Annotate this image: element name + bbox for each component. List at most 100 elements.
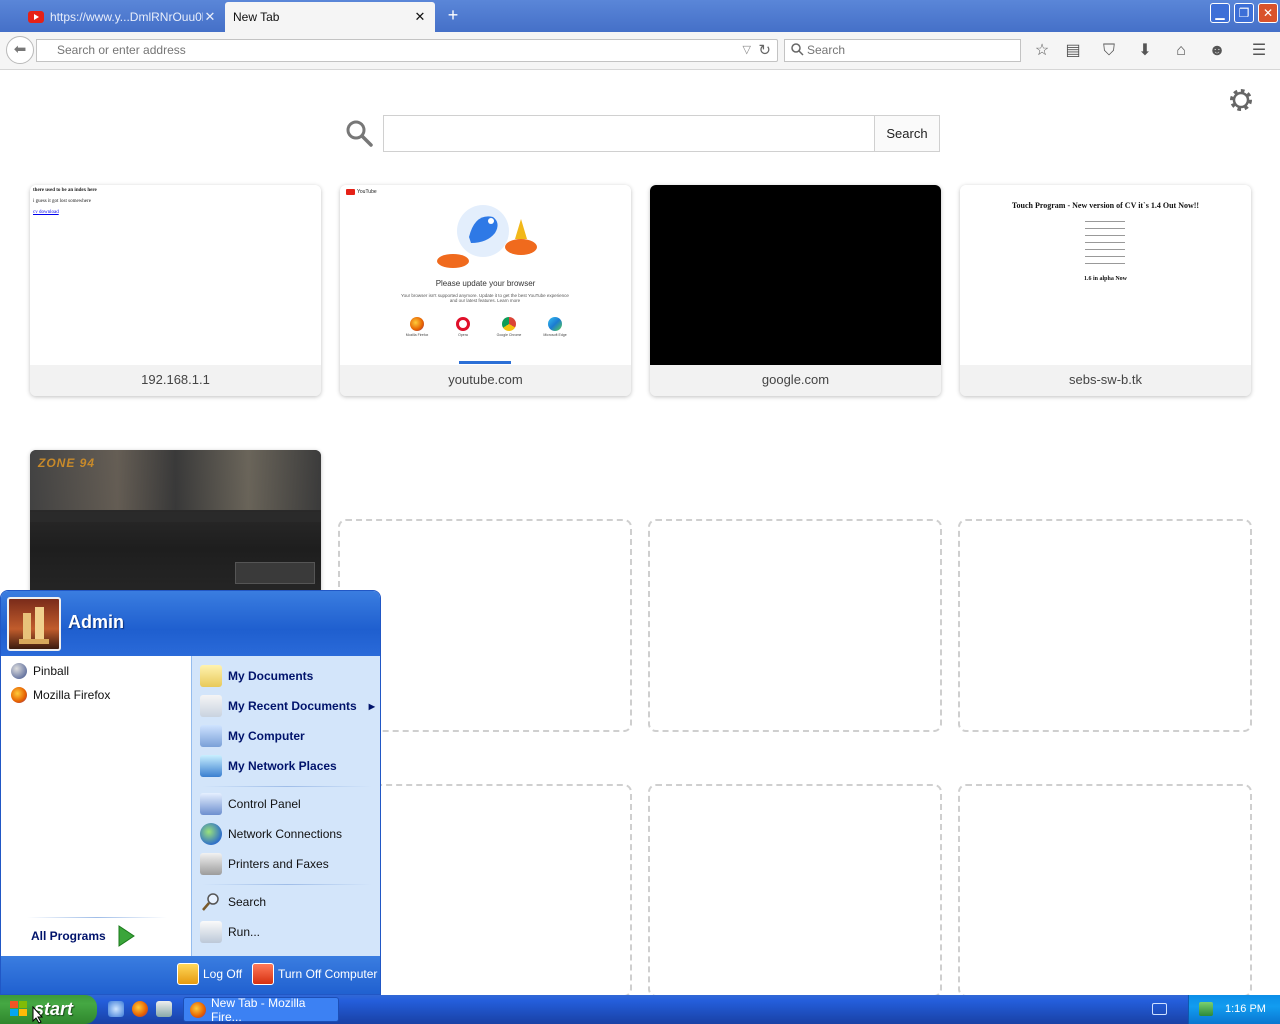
pocket-icon[interactable]: ⛉ — [1099, 41, 1119, 61]
firefox-quicklaunch-icon[interactable] — [132, 1001, 148, 1017]
window-label: New Tab - Mozilla Fire... — [211, 995, 306, 1024]
gear-icon[interactable] — [1228, 87, 1254, 113]
key-icon — [177, 963, 199, 985]
taskbar-window-firefox[interactable]: New Tab - Mozilla Fire... — [183, 995, 339, 1024]
newtab-search-input[interactable] — [384, 116, 874, 151]
tile-youtube[interactable]: YouTube Please update your browser Your … — [340, 185, 631, 396]
tab-new-tab[interactable]: New Tab ✕ — [225, 2, 435, 32]
search-menu-item[interactable]: Search — [200, 891, 266, 913]
system-tray: 1:16 PM — [1188, 995, 1280, 1024]
my-computer[interactable]: My Computer — [200, 725, 305, 747]
newtab-search-box: Search — [383, 115, 940, 152]
chat-icon[interactable]: ☻ — [1207, 41, 1227, 61]
new-tab-button[interactable]: + — [443, 6, 463, 26]
clock[interactable]: 1:16 PM — [1225, 1003, 1266, 1015]
start-menu-footer: Log Off Turn Off Computer — [1, 956, 380, 994]
empty-tile-slot — [648, 784, 942, 997]
reload-icon[interactable]: ↻ — [758, 41, 771, 59]
submenu-arrow-icon: ▶ — [368, 701, 375, 711]
browser-choice: Microsoft Edge — [538, 313, 572, 337]
chevron-down-icon[interactable]: ▽ — [743, 43, 751, 56]
pinned-pinball[interactable]: Pinball — [11, 663, 69, 679]
keyboard-icon[interactable] — [1152, 1003, 1167, 1015]
tile-sebs-sw-b[interactable]: Touch Program - New version of CV it`s 1… — [960, 185, 1251, 396]
item-label: Printers and Faxes — [228, 857, 329, 871]
thumb-list — [1085, 217, 1125, 267]
close-tab-icon[interactable]: ✕ — [203, 9, 217, 25]
avatar — [7, 597, 61, 651]
item-label: My Recent Documents — [228, 699, 357, 713]
item-label: My Computer — [228, 729, 305, 743]
back-button[interactable]: ⬅ — [6, 36, 34, 64]
address-bar[interactable]: ▽ ↻ — [36, 39, 778, 62]
newtab-search-button[interactable]: Search — [874, 116, 939, 151]
edge-icon — [548, 317, 562, 331]
control-panel[interactable]: Control Panel — [200, 793, 301, 815]
computer-icon — [200, 725, 222, 747]
button-label: Log Off — [203, 967, 243, 981]
progress-underline — [459, 361, 511, 364]
turn-off-computer-button[interactable]: Turn Off Computer — [252, 963, 377, 985]
empty-tile-slot — [338, 519, 632, 732]
all-programs-button[interactable]: All Programs — [31, 925, 136, 947]
search-input[interactable] — [807, 43, 1007, 57]
my-network-places[interactable]: My Network Places — [200, 755, 337, 777]
taskbar: start New Tab - Mozilla Fire... 1:16 PM — [0, 995, 1280, 1024]
minimize-button[interactable]: ▁ — [1210, 3, 1230, 23]
recent-documents-icon — [200, 695, 222, 717]
start-button[interactable]: start — [0, 995, 97, 1024]
site-widget — [235, 562, 315, 584]
thumb-heading: Touch Program - New version of CV it`s 1… — [1011, 201, 1200, 210]
opera-icon — [456, 317, 470, 331]
run-icon — [200, 921, 222, 943]
bookmarks-list-icon[interactable]: ▤ — [1063, 41, 1083, 61]
firefox-icon — [190, 1001, 206, 1018]
tile-thumbnail: YouTube Please update your browser Your … — [340, 185, 631, 365]
my-documents[interactable]: My Documents — [200, 665, 313, 687]
empty-tile-slot — [958, 519, 1252, 732]
log-off-button[interactable]: Log Off — [177, 963, 242, 985]
browser-tab-strip: https://www.y...DmlRNrOuu0lQ ✕ New Tab ✕… — [0, 0, 1280, 32]
tile-thumbnail — [650, 185, 941, 365]
site-nav — [30, 512, 321, 522]
item-label: Network Connections — [228, 827, 343, 841]
restore-button[interactable]: ❐ — [1234, 3, 1254, 23]
tile-google[interactable]: google.com — [650, 185, 941, 396]
bookmark-star-icon[interactable]: ☆ — [1032, 41, 1052, 61]
printers-and-faxes[interactable]: Printers and Faxes — [200, 853, 329, 875]
close-tab-icon[interactable]: ✕ — [413, 9, 427, 25]
tab-youtube[interactable]: https://www.y...DmlRNrOuu0lQ ✕ — [20, 2, 225, 32]
empty-tile-slot — [648, 519, 942, 732]
search-icon — [346, 120, 373, 147]
menu-icon[interactable]: ☰ — [1249, 41, 1269, 61]
tab-title: New Tab — [233, 10, 280, 24]
arrow-right-icon — [118, 925, 135, 947]
close-window-button[interactable]: ✕ — [1258, 3, 1278, 23]
tile-label: 192.168.1.1 — [30, 365, 321, 396]
empty-tile-slot — [338, 784, 632, 997]
network-tray-icon[interactable] — [1199, 1002, 1213, 1016]
search-bar[interactable] — [784, 39, 1021, 62]
tile-label: youtube.com — [340, 365, 631, 396]
user-name: Admin — [68, 612, 124, 632]
pinned-firefox[interactable]: Mozilla Firefox — [11, 687, 110, 703]
start-menu-programs: Pinball Mozilla Firefox All Programs — [1, 656, 191, 956]
tile-192-168-1-1[interactable]: there used to be an index here i guess i… — [30, 185, 321, 396]
ie-quicklaunch-icon[interactable] — [108, 1001, 124, 1017]
browser-choice: Opera — [446, 313, 480, 337]
address-input[interactable] — [57, 43, 717, 57]
browser-toolbar: ⬅ ▽ ↻ ☆ ▤ ⛉ ⬇ ⌂ ☻ ☰ — [0, 32, 1280, 70]
show-desktop-icon[interactable] — [156, 1001, 172, 1017]
firefox-icon — [11, 687, 27, 703]
network-connections[interactable]: Network Connections — [200, 823, 342, 845]
thumb-link: cv download — [33, 210, 59, 215]
my-recent-documents[interactable]: My Recent Documents ▶ — [200, 695, 375, 717]
run-menu-item[interactable]: Run... — [200, 921, 260, 943]
firefox-icon — [410, 317, 424, 331]
chess-pieces-icon — [19, 607, 49, 644]
globe-icon — [200, 823, 222, 845]
pinball-icon — [11, 663, 27, 679]
search-icon — [791, 43, 804, 56]
home-icon[interactable]: ⌂ — [1171, 41, 1191, 61]
download-icon[interactable]: ⬇ — [1135, 41, 1155, 61]
